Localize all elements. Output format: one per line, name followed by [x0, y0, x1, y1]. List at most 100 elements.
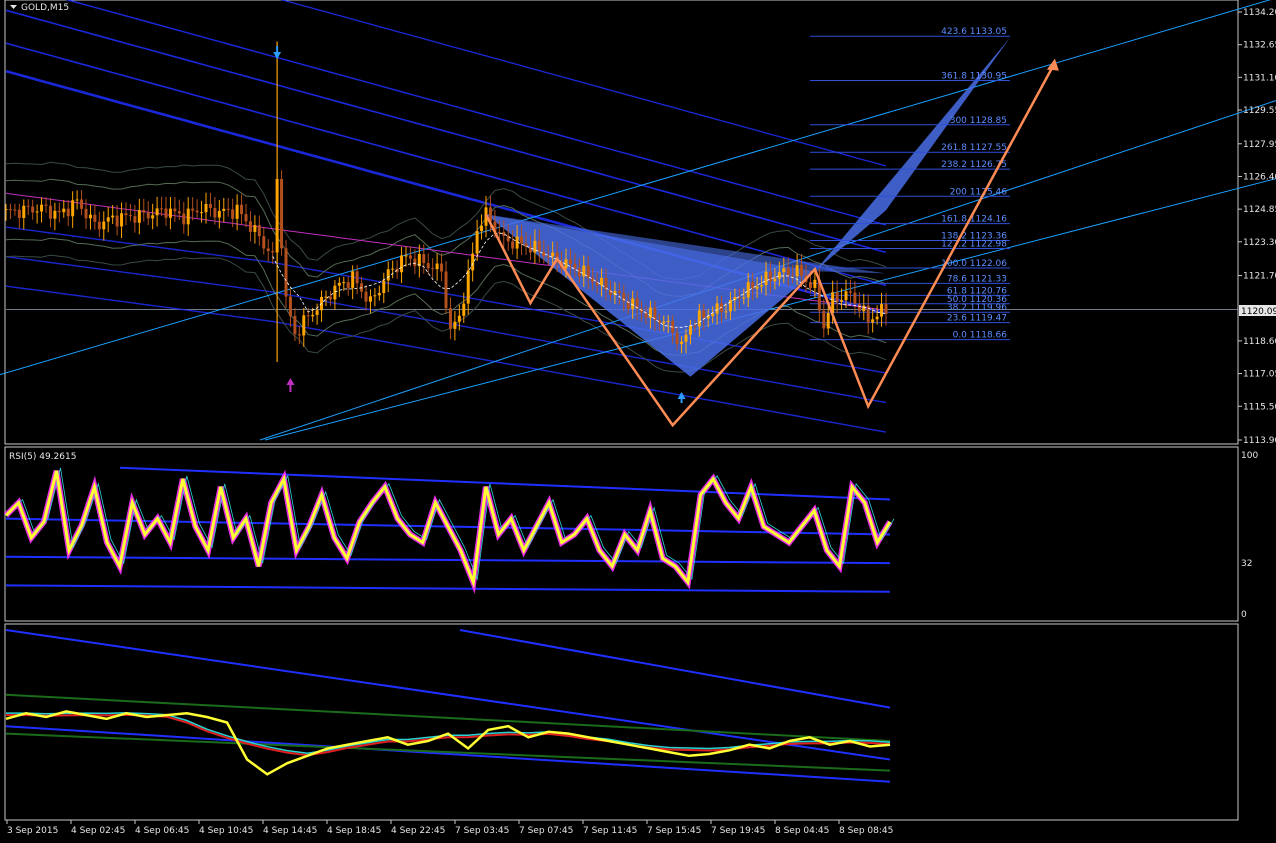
candle-body: [355, 271, 359, 284]
candle-body: [662, 321, 666, 324]
candle-body: [644, 312, 648, 318]
x-tick-label: 4 Sep 14:45: [263, 826, 317, 836]
candle-body: [271, 251, 275, 253]
candle-body: [262, 236, 266, 249]
fib-level-label: 300 1128.85: [950, 116, 1007, 126]
candle-body: [408, 255, 412, 259]
blue-envelope-band: [5, 42, 887, 287]
candle-body: [75, 199, 79, 201]
candle-body: [426, 263, 430, 269]
candle-body: [551, 252, 555, 257]
candle-body: [302, 315, 306, 336]
candle-body: [328, 296, 332, 300]
candle-body: [35, 211, 39, 213]
x-tick-label: 4 Sep 18:45: [327, 826, 381, 836]
y-tick-label: 1126.40: [1243, 172, 1276, 182]
candle-body: [106, 217, 110, 222]
candle-body: [115, 215, 119, 227]
x-tick-label: 7 Sep 03:45: [455, 826, 509, 836]
candle-body: [62, 208, 66, 213]
candle-body: [760, 285, 764, 287]
candle-body: [471, 253, 475, 271]
candle-body: [200, 212, 204, 214]
candle-body: [120, 213, 124, 227]
rsi-tick-label: 100: [1241, 451, 1258, 461]
candle-body: [448, 308, 452, 329]
candle-body: [684, 334, 688, 342]
candle-body: [853, 292, 857, 304]
candle-body: [440, 263, 444, 272]
candle-body: [253, 225, 257, 232]
candle-body: [155, 208, 159, 216]
window-menu-icon[interactable]: [10, 5, 17, 9]
x-tick-label: 4 Sep 10:45: [199, 826, 253, 836]
candle-body: [511, 241, 515, 249]
candle-body: [715, 303, 719, 314]
candle-body: [608, 289, 612, 295]
candle-body: [53, 210, 57, 219]
candle-body: [177, 211, 181, 214]
candle-body: [93, 214, 97, 222]
candle-body: [133, 216, 137, 223]
candle-body: [351, 271, 355, 288]
fib-level-label: 200 1125.46: [950, 187, 1008, 197]
candle-body: [631, 298, 635, 309]
candle-body: [382, 280, 386, 294]
candle-body: [755, 286, 759, 289]
candle-body: [231, 209, 235, 219]
y-tick-label: 1123.30: [1243, 238, 1276, 248]
candle-body: [26, 205, 30, 207]
candle-body: [697, 310, 701, 327]
candle-body: [57, 210, 61, 213]
candle-body: [666, 320, 670, 322]
candle-body: [124, 213, 128, 216]
candle-body: [8, 209, 12, 211]
fib-level-label: 23.6 1119.47: [947, 314, 1007, 324]
y-tick-label: 1113.90: [1243, 436, 1276, 446]
candle-body: [413, 258, 417, 267]
fib-level-label: 127.2 1122.98: [941, 240, 1007, 250]
candle-body: [764, 271, 768, 286]
lower-indicator-pane[interactable]: [5, 629, 891, 783]
candle-body: [48, 205, 52, 219]
rsi-pane[interactable]: [3, 466, 895, 594]
candle-body: [568, 259, 572, 264]
candle-body: [204, 204, 208, 213]
fib-level-label: 78.6 1121.33: [947, 274, 1007, 284]
x-tick-label: 4 Sep 02:45: [71, 826, 125, 836]
fib-level-label: 161.8 1124.16: [941, 215, 1007, 225]
candle-body: [791, 275, 795, 277]
y-tick-label: 1132.65: [1243, 41, 1276, 51]
fib-level-label: 361.8 1130.95: [941, 72, 1007, 82]
candle-body: [284, 248, 288, 297]
candle-body: [151, 215, 155, 219]
price-pane[interactable]: 423.6 1133.05 361.8 1130.95 300 1128.85 261…: [0, 0, 1276, 441]
candle-body: [773, 278, 777, 282]
candle-body: [546, 256, 550, 258]
candle-body: [17, 209, 21, 218]
fib-level-label: 0.0 1118.66: [953, 331, 1008, 341]
candle-body: [528, 246, 532, 253]
candle-body: [431, 268, 435, 270]
candle-body: [306, 315, 310, 317]
candle-body: [235, 204, 239, 219]
blue-envelope-band: [280, 0, 887, 167]
y-tick-label: 1121.70: [1243, 272, 1276, 282]
candle-body: [457, 315, 461, 322]
candle-body: [80, 199, 84, 209]
candle-body: [520, 236, 524, 244]
candle-body: [404, 255, 408, 257]
candle-body: [164, 208, 168, 218]
candle-body: [146, 212, 150, 219]
x-tick-label: 4 Sep 22:45: [391, 826, 445, 836]
candle-body: [724, 311, 728, 313]
candle-body: [795, 265, 799, 277]
candle-body: [840, 300, 844, 302]
candle-body: [44, 204, 48, 206]
candle-body: [711, 313, 715, 316]
candle-body: [311, 314, 315, 317]
x-tick-label: 8 Sep 08:45: [839, 826, 893, 836]
candle-body: [66, 208, 70, 217]
candle-body: [102, 221, 106, 230]
candle-body: [844, 291, 848, 301]
